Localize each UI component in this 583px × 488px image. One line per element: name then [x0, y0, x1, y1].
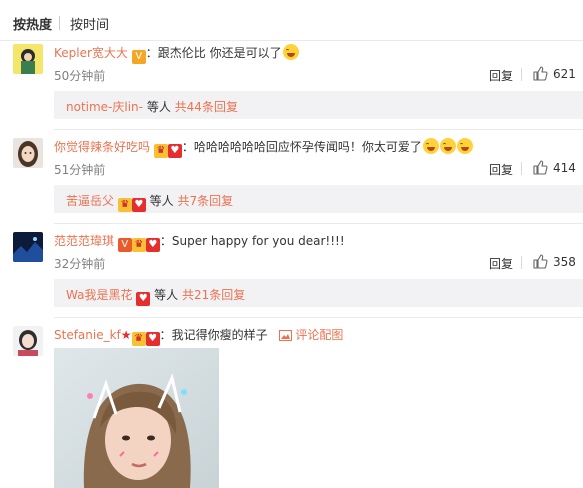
comment-time: 32分钟前 — [54, 257, 106, 271]
laughing-emoji-icon — [282, 44, 299, 60]
comment-divider — [54, 317, 583, 318]
verified-v-icon: V — [117, 238, 132, 252]
star-icon: ★ — [120, 328, 132, 342]
comment-colon: ： — [159, 234, 172, 248]
thumbs-up-icon[interactable] — [532, 253, 548, 272]
vip-crown-icon: ♛ — [131, 332, 146, 346]
reply-username[interactable]: Wa我是黑花 — [66, 288, 132, 302]
verified-v-icon: V — [131, 50, 146, 64]
laughing-emoji-icon — [439, 138, 456, 154]
avatar[interactable] — [13, 232, 43, 262]
comment-text: 哈哈哈哈哈哈回应怀孕传闻吗！你太可爱了 — [193, 140, 422, 154]
reply-button[interactable]: 回复 — [489, 67, 513, 84]
vip-crown-icon: ♛ — [131, 238, 146, 252]
comment-username[interactable]: Kepler宽大大 — [54, 46, 128, 60]
sort-bar: 按热度 按时间 — [0, 0, 583, 41]
sort-by-hot-tab[interactable]: 按热度 — [13, 14, 52, 33]
reply-others-label: 等人 — [146, 100, 171, 114]
avatar[interactable] — [13, 326, 43, 356]
vip-crown-icon: ♛ — [117, 198, 132, 212]
reply-username[interactable]: notime-庆lin- — [66, 100, 143, 114]
thumbs-up-icon[interactable] — [532, 159, 548, 178]
reply-count-link[interactable]: 共21条回复 — [182, 288, 245, 302]
vip-badge-icon: ♥ — [136, 292, 151, 306]
reply-others-label: 等人 — [149, 194, 174, 208]
vip-crown-icon: ♛ — [153, 144, 168, 158]
reply-summary[interactable]: Wa我是黑花 ♥ 等人 共21条回复 — [54, 279, 583, 307]
comment-username[interactable]: 范范范瑋琪 — [54, 234, 114, 248]
comment-username[interactable]: Stefanie_kf — [54, 328, 121, 342]
comment-colon: ： — [181, 140, 194, 154]
reply-count-link[interactable]: 共7条回复 — [178, 194, 234, 208]
avatar[interactable] — [13, 138, 43, 168]
comment-colon: ： — [145, 46, 158, 60]
reply-username[interactable]: 苦逼岳父 — [66, 194, 114, 208]
comment-image[interactable] — [54, 348, 219, 488]
sort-separator — [59, 16, 60, 30]
comment-time: 50分钟前 — [54, 69, 106, 83]
reply-count-link[interactable]: 共44条回复 — [175, 100, 238, 114]
reply-summary[interactable]: 苦逼岳父 ♛ ♥ 等人 共7条回复 — [54, 185, 583, 213]
comment-text: Super happy for you dear!!!! — [171, 234, 345, 248]
avatar[interactable] — [13, 44, 43, 74]
vip-badge-icon: ♥ — [145, 238, 160, 252]
comment-divider — [54, 129, 583, 130]
reply-button[interactable]: 回复 — [489, 161, 513, 178]
comment-text: 我记得你瘦的样子 — [171, 328, 268, 342]
comment-time: 51分钟前 — [54, 163, 106, 177]
vip-badge-icon: ♥ — [167, 144, 182, 158]
action-separator — [521, 162, 522, 175]
comment-colon: ： — [159, 328, 172, 342]
vip-badge-icon: ♥ — [131, 198, 146, 212]
action-separator — [521, 68, 522, 81]
reply-summary[interactable]: notime-庆lin- 等人 共44条回复 — [54, 91, 583, 119]
laughing-emoji-icon — [456, 138, 473, 154]
like-count: 621 — [553, 67, 576, 81]
comment-username[interactable]: 你觉得辣条好吃吗 — [54, 140, 150, 154]
like-count: 414 — [553, 161, 576, 175]
sort-by-time-tab[interactable]: 按时间 — [70, 14, 109, 33]
action-separator — [521, 256, 522, 269]
comment-text: 跟杰伦比 你还是可以了 — [157, 46, 282, 60]
reply-button[interactable]: 回复 — [489, 255, 513, 272]
laughing-emoji-icon — [422, 138, 439, 154]
thumbs-up-icon[interactable] — [532, 65, 548, 84]
picture-icon — [279, 330, 293, 344]
comment-divider — [54, 223, 583, 224]
comment-image-link[interactable]: 评论配图 — [295, 328, 343, 342]
like-count: 358 — [553, 255, 576, 269]
vip-badge-icon: ♥ — [145, 332, 160, 346]
reply-others-label: 等人 — [154, 288, 179, 302]
